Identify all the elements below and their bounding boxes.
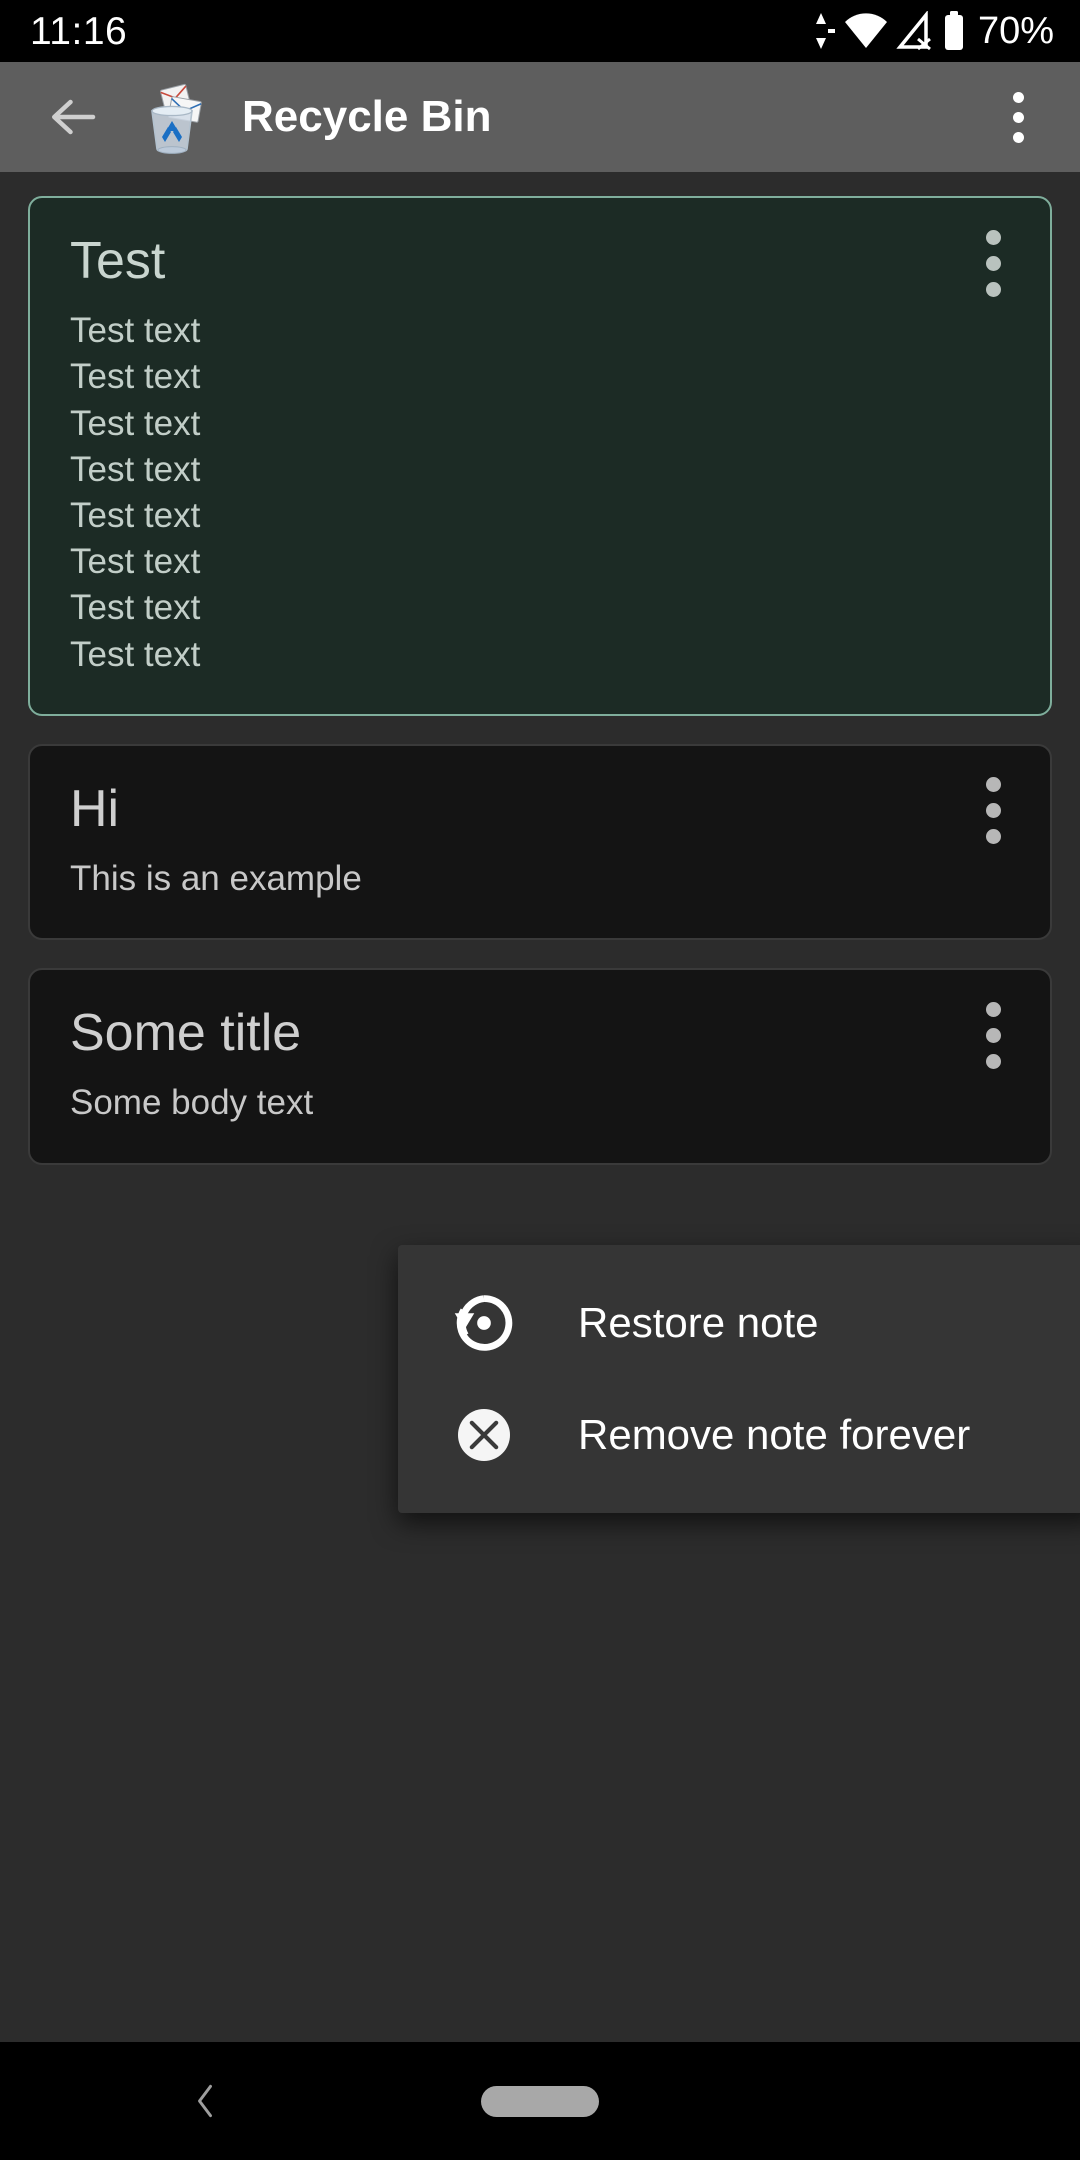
nav-back-chevron-icon — [198, 2084, 212, 2118]
note-overflow-button[interactable] — [962, 996, 1024, 1074]
appbar-overflow-button[interactable] — [980, 79, 1056, 155]
battery-icon — [944, 11, 963, 50]
note-overflow-button[interactable] — [962, 224, 1024, 302]
more-vertical-icon-dot — [1012, 111, 1024, 123]
more-vertical-icon-dot — [985, 777, 1001, 793]
battery-percent-label: 70% — [977, 10, 1054, 52]
note-context-menu: Restore note Remove note forever — [398, 1245, 1080, 1513]
page-title: Recycle Bin — [242, 92, 492, 141]
more-vertical-icon-dot — [985, 1001, 1001, 1017]
nav-back-button[interactable] — [170, 2066, 240, 2136]
phone-screen: 11:16 70% Recycle Bin Test Test text Tes… — [0, 0, 1080, 2160]
menu-item-restore-note[interactable]: Restore note — [398, 1267, 1080, 1379]
more-vertical-icon-dot — [1012, 131, 1024, 143]
more-vertical-icon-dot — [985, 229, 1001, 245]
wifi-icon — [844, 13, 887, 48]
restore-icon — [442, 1281, 526, 1365]
status-bar-icons: 70% — [814, 10, 1054, 52]
app-bar: Recycle Bin — [0, 62, 1080, 172]
more-vertical-icon-dot — [985, 255, 1001, 271]
note-body: Test text Test text Test text Test text … — [70, 311, 201, 674]
more-vertical-icon-dot — [985, 1053, 1001, 1069]
menu-item-label: Remove note forever — [578, 1411, 971, 1458]
more-vertical-icon-dot — [985, 1027, 1001, 1043]
note-title: Some title — [70, 1004, 302, 1063]
cancel-circle-icon — [442, 1393, 526, 1477]
data-transfer-icon — [815, 13, 835, 49]
note-body: This is an example — [70, 858, 362, 898]
recycle-bin-icon — [134, 79, 210, 155]
note-title: Hi — [70, 779, 120, 838]
note-body: Some body text — [70, 1083, 314, 1123]
signal-off-icon — [896, 11, 931, 51]
menu-item-label: Restore note — [578, 1299, 819, 1346]
more-vertical-icon-dot — [985, 829, 1001, 845]
note-card-hi[interactable]: Hi This is an example — [28, 743, 1052, 941]
note-title: Test — [70, 232, 166, 290]
arrow-back-icon — [52, 99, 96, 135]
more-vertical-icon-dot — [985, 803, 1001, 819]
note-overflow-button[interactable] — [962, 772, 1024, 850]
status-bar-clock: 11:16 — [30, 9, 128, 53]
back-button[interactable] — [34, 78, 112, 156]
status-bar: 11:16 70% — [0, 0, 1080, 62]
system-nav-bar — [0, 2042, 1080, 2160]
home-pill-icon[interactable] — [481, 2085, 599, 2117]
menu-item-remove-note-forever[interactable]: Remove note forever — [398, 1379, 1080, 1491]
more-vertical-icon-dot — [985, 281, 1001, 297]
note-card-test[interactable]: Test Test text Test text Test text Test … — [28, 196, 1052, 716]
note-card-some-title[interactable]: Some title Some body text — [28, 968, 1052, 1165]
note-list: Test Test text Test text Test text Test … — [0, 172, 1080, 1193]
more-vertical-icon-dot — [1012, 91, 1024, 103]
